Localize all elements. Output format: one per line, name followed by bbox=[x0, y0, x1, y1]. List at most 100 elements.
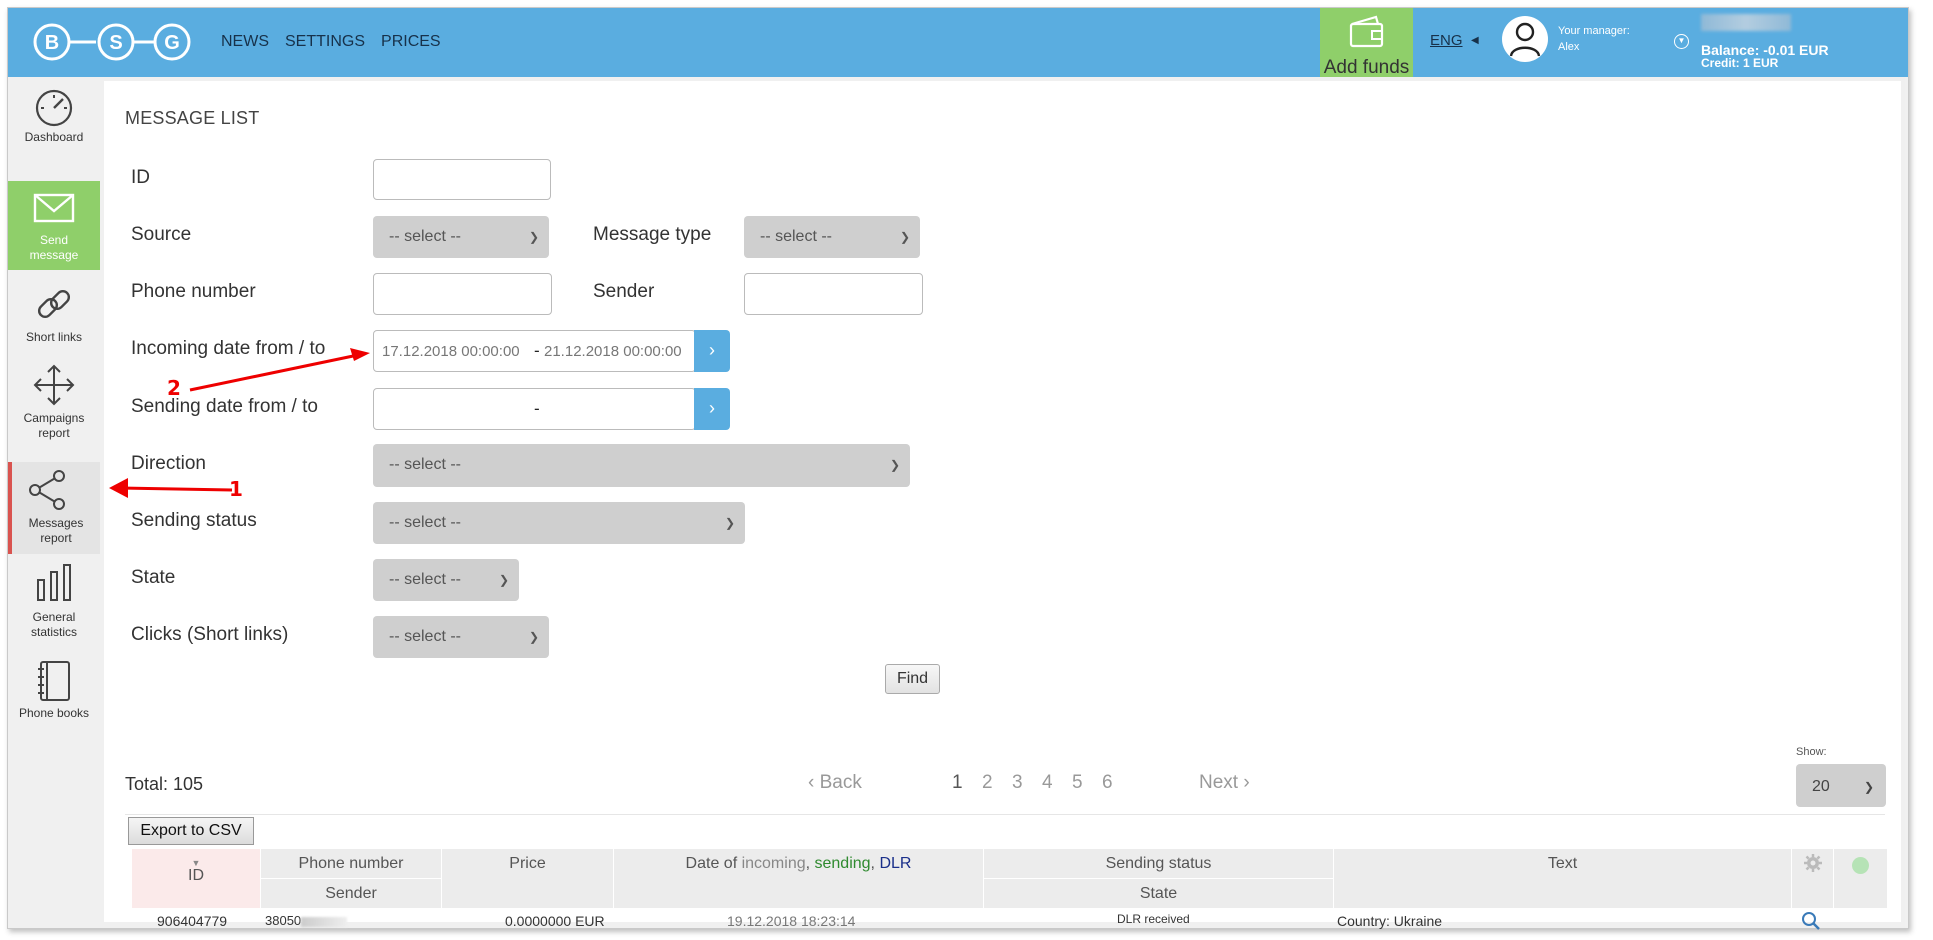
phone-number-label: Phone number bbox=[131, 281, 256, 302]
col-id-header[interactable]: ▼ ID bbox=[132, 849, 261, 909]
page-size-select[interactable]: 20 ❯ bbox=[1796, 764, 1886, 807]
find-button[interactable]: Find bbox=[885, 664, 940, 694]
page-2[interactable]: 2 bbox=[982, 772, 993, 794]
divider bbox=[125, 814, 1885, 815]
add-funds-button[interactable]: Add funds bbox=[1320, 8, 1413, 78]
col-sender-label: Sender bbox=[325, 885, 377, 902]
sender-input[interactable] bbox=[744, 273, 923, 315]
sending-date-picker-button[interactable]: › bbox=[694, 388, 730, 430]
direction-select[interactable]: -- select -- ❯ bbox=[373, 444, 910, 487]
back-button[interactable]: ‹ Back bbox=[808, 772, 862, 794]
chevron-right-icon: › bbox=[709, 340, 715, 360]
chevron-down-icon: ❯ bbox=[1863, 780, 1874, 794]
share-icon bbox=[29, 470, 65, 510]
blurred-phone-digits bbox=[301, 916, 348, 927]
message-type-select[interactable]: -- select -- ❯ bbox=[744, 216, 920, 258]
col-settings-header[interactable] bbox=[1792, 849, 1834, 909]
col-text-label: Text bbox=[1547, 855, 1578, 872]
sidebar-item-short-links[interactable]: Short links bbox=[8, 284, 100, 354]
nav-prices[interactable]: PRICES bbox=[381, 33, 441, 51]
chevron-right-icon: › bbox=[1238, 772, 1250, 793]
sidebar-item-messages-report[interactable]: Messages report bbox=[8, 462, 100, 554]
col-sender-header[interactable]: Sender bbox=[261, 879, 442, 909]
bsg-logo[interactable]: B S G bbox=[30, 18, 210, 66]
message-table: ▼ ID Phone number Sender Price Date of i… bbox=[125, 849, 1888, 930]
page-scrollbar[interactable] bbox=[1905, 77, 1908, 928]
state-select[interactable]: -- select -- ❯ bbox=[373, 559, 519, 601]
page-4[interactable]: 4 bbox=[1042, 772, 1053, 794]
page-title: MESSAGE LIST bbox=[125, 108, 260, 128]
sidebar-item-label: Short links bbox=[25, 330, 83, 344]
export-csv-button[interactable]: Export to CSV bbox=[128, 817, 254, 845]
id-input[interactable] bbox=[373, 159, 551, 200]
logo-letter-s: S bbox=[109, 32, 122, 54]
next-label: Next bbox=[1199, 772, 1239, 793]
manager-name: Alex bbox=[1558, 41, 1580, 53]
row-text: Country: Ukraine bbox=[1337, 913, 1443, 929]
incoming-date-picker-button[interactable]: › bbox=[694, 330, 730, 372]
col-price-header[interactable]: Price bbox=[442, 849, 614, 909]
page-5[interactable]: 5 bbox=[1072, 772, 1083, 794]
sidebar-item-send-message[interactable]: Send message bbox=[8, 181, 100, 270]
next-button[interactable]: Next › bbox=[1199, 772, 1250, 794]
message-type-label: Message type bbox=[593, 224, 712, 245]
page-3[interactable]: 3 bbox=[1012, 772, 1023, 794]
date-separator: - bbox=[534, 341, 540, 360]
row-date: 19.12.2018 18:23:14 bbox=[727, 913, 856, 929]
col-status-dot-header bbox=[1834, 849, 1888, 909]
sidebar-item-label: Dashboard bbox=[24, 130, 84, 144]
add-funds-label: Add funds bbox=[1323, 57, 1410, 78]
logo-letter-b: B bbox=[45, 32, 59, 54]
col-date-header[interactable]: Date of incoming, sending, DLR bbox=[614, 849, 984, 909]
annotation-label-2: 2 bbox=[167, 376, 181, 400]
page-1[interactable]: 1 bbox=[952, 772, 963, 794]
bar-chart-icon bbox=[37, 564, 71, 601]
sidebar-item-phone-books[interactable]: Phone books bbox=[8, 660, 100, 730]
sidebar-item-campaigns-report[interactable]: Campaigns report bbox=[8, 363, 100, 451]
logo-letter-g: G bbox=[164, 32, 180, 54]
top-nav: NEWS SETTINGS PRICES bbox=[221, 33, 441, 51]
row-id: 906404779 bbox=[157, 913, 228, 929]
scrollbar-thumb[interactable] bbox=[1908, 82, 1909, 272]
annotation-label-1: 1 bbox=[229, 477, 243, 501]
incoming-date-to[interactable]: 21.12.2018 00:00:00 bbox=[544, 343, 682, 360]
sending-date-range[interactable]: - bbox=[373, 388, 696, 430]
credit-text: Credit: 1 EUR bbox=[1701, 56, 1779, 70]
pagination: ‹ Back 1 2 3 4 5 6 Next › bbox=[800, 772, 1270, 796]
source-label: Source bbox=[131, 224, 192, 245]
chevron-right-icon: › bbox=[709, 398, 715, 418]
manager-label: Your manager: bbox=[1558, 25, 1630, 37]
col-text-header[interactable]: Text bbox=[1334, 849, 1792, 909]
chevron-down-icon: ❯ bbox=[498, 573, 509, 587]
id-label: ID bbox=[131, 167, 150, 188]
nav-settings[interactable]: SETTINGS bbox=[285, 33, 365, 51]
chevron-down-icon: ❯ bbox=[528, 230, 539, 244]
incoming-date-from[interactable]: 17.12.2018 00:00:00 bbox=[382, 343, 520, 360]
sidebar-item-dashboard[interactable]: Dashboard bbox=[8, 87, 100, 151]
show-label: Show: bbox=[1796, 746, 1827, 758]
col-sending-status-header[interactable]: Sending status bbox=[984, 849, 1334, 879]
account-dropdown-icon[interactable]: ▼ bbox=[1674, 34, 1689, 49]
sidebar-item-label: Send message bbox=[29, 233, 79, 262]
sending-status-select[interactable]: -- select -- ❯ bbox=[373, 502, 745, 544]
date-separator: - bbox=[534, 399, 540, 418]
sidebar-item-label: Campaigns report bbox=[23, 411, 85, 440]
caret-left-icon[interactable]: ◀ bbox=[1471, 35, 1479, 46]
search-icon[interactable] bbox=[1801, 911, 1821, 931]
language-selector[interactable]: ENG bbox=[1430, 32, 1463, 49]
sidebar: Dashboard Send message Short links Campa… bbox=[8, 77, 100, 928]
phone-number-input[interactable] bbox=[373, 273, 552, 315]
source-select[interactable]: -- select -- ❯ bbox=[373, 216, 549, 258]
col-date-sep1: , bbox=[805, 855, 815, 872]
page-6[interactable]: 6 bbox=[1102, 772, 1113, 794]
col-phone-header[interactable]: Phone number bbox=[261, 849, 442, 879]
clicks-select[interactable]: -- select -- ❯ bbox=[373, 616, 549, 658]
back-label: Back bbox=[819, 772, 862, 793]
gear-icon[interactable] bbox=[1803, 853, 1823, 873]
sidebar-item-label: Messages report bbox=[28, 516, 84, 545]
sidebar-item-general-statistics[interactable]: General statistics bbox=[8, 562, 100, 650]
link-icon bbox=[37, 289, 71, 319]
nav-news[interactable]: NEWS bbox=[221, 33, 269, 51]
incoming-date-range[interactable]: 17.12.2018 00:00:00 - 21.12.2018 00:00:0… bbox=[373, 330, 696, 372]
col-state-header[interactable]: State bbox=[984, 879, 1334, 909]
